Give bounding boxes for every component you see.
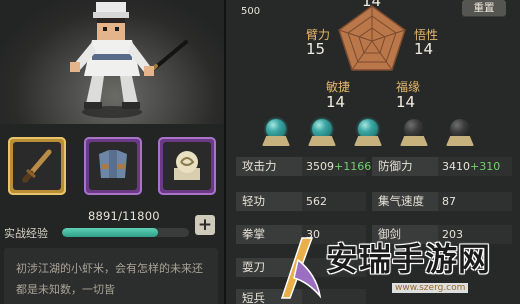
add-exp-button[interactable]: + xyxy=(195,215,215,235)
stat-value-defense-base: 3410 xyxy=(442,160,470,173)
orb-pedestal xyxy=(308,136,336,146)
exp-label: 实战经验 xyxy=(4,227,48,240)
stat-value-attack: 3509+1166 xyxy=(302,157,371,176)
orb-pedestal xyxy=(354,136,382,146)
stat-value-qi-speed: 87 xyxy=(438,192,512,211)
stat-label-attack: 攻击力 xyxy=(236,157,302,176)
stat-value-defense: 3410+310 xyxy=(438,157,512,176)
attribute-radar-chart xyxy=(338,5,406,71)
character-description-box: 初涉江湖的小虾米，会有怎样的未来还都是未知数，一切皆 xyxy=(4,248,218,304)
attribute-agility-value: 14 xyxy=(326,93,346,111)
stat-row-attack: 攻击力 3509+1166 xyxy=(236,157,371,176)
sword-icon xyxy=(22,149,52,183)
stat-value-attack-bonus: +1166 xyxy=(334,160,372,173)
swordsman-sprite xyxy=(70,2,188,118)
watermark-url: www.szerg.com xyxy=(392,283,469,293)
stat-value-attack-base: 3509 xyxy=(306,160,334,173)
meridian-orb-teal[interactable] xyxy=(354,118,382,146)
stat-row-defense: 防御力 3410+310 xyxy=(372,157,512,176)
watermark-text: 安瑞手游网 xyxy=(326,240,492,278)
equipment-slot-accessory[interactable] xyxy=(158,137,216,195)
attribute-fortune-value: 14 xyxy=(396,93,416,111)
equipment-slot-weapon[interactable] xyxy=(8,137,66,195)
exp-progress-fill xyxy=(62,228,158,237)
stat-value-defense-bonus: +310 xyxy=(470,160,501,173)
stat-label-qi-speed: 集气速度 xyxy=(372,192,438,211)
stat-label-lightness: 轻功 xyxy=(236,192,302,211)
meridian-orb-teal[interactable] xyxy=(262,118,290,146)
jade-pendant-icon xyxy=(174,151,200,180)
meridian-orb-teal[interactable] xyxy=(308,118,336,146)
attribute-arm-value: 15 xyxy=(306,40,326,58)
armor-icon xyxy=(99,150,127,178)
coin-value: 500 xyxy=(241,6,261,17)
stat-label-defense: 防御力 xyxy=(372,157,438,176)
character-portrait xyxy=(0,0,224,124)
reset-button[interactable]: 重置 xyxy=(462,0,506,17)
stat-value-lightness: 562 xyxy=(302,192,366,211)
stat-row-qi-speed: 集气速度 87 xyxy=(372,192,512,211)
character-description: 初涉江湖的小虾米，会有怎样的未来还都是未知数，一切皆 xyxy=(16,262,203,296)
stat-row-lightness: 轻功 562 xyxy=(236,192,366,211)
exp-value: 8891/11800 xyxy=(88,209,160,223)
attribute-comprehension-value: 14 xyxy=(414,40,434,58)
orb-pedestal xyxy=(446,136,474,146)
orb-pedestal xyxy=(262,136,290,146)
watermark-logo-icon xyxy=(280,237,322,299)
attribute-top-value: 14 xyxy=(362,0,382,10)
orb-pedestal xyxy=(400,136,428,146)
site-watermark: 安瑞手游网 www.szerg.com xyxy=(264,232,520,304)
meridian-orb-dark[interactable] xyxy=(400,118,428,146)
meridian-orb-dark[interactable] xyxy=(446,118,474,146)
equipment-slot-armor[interactable] xyxy=(84,137,142,195)
exp-progress-bar xyxy=(62,228,189,237)
character-panel: 实战经验 8891/11800 + 初涉江湖的小虾米，会有怎样的未来还都是未知数… xyxy=(0,0,224,304)
